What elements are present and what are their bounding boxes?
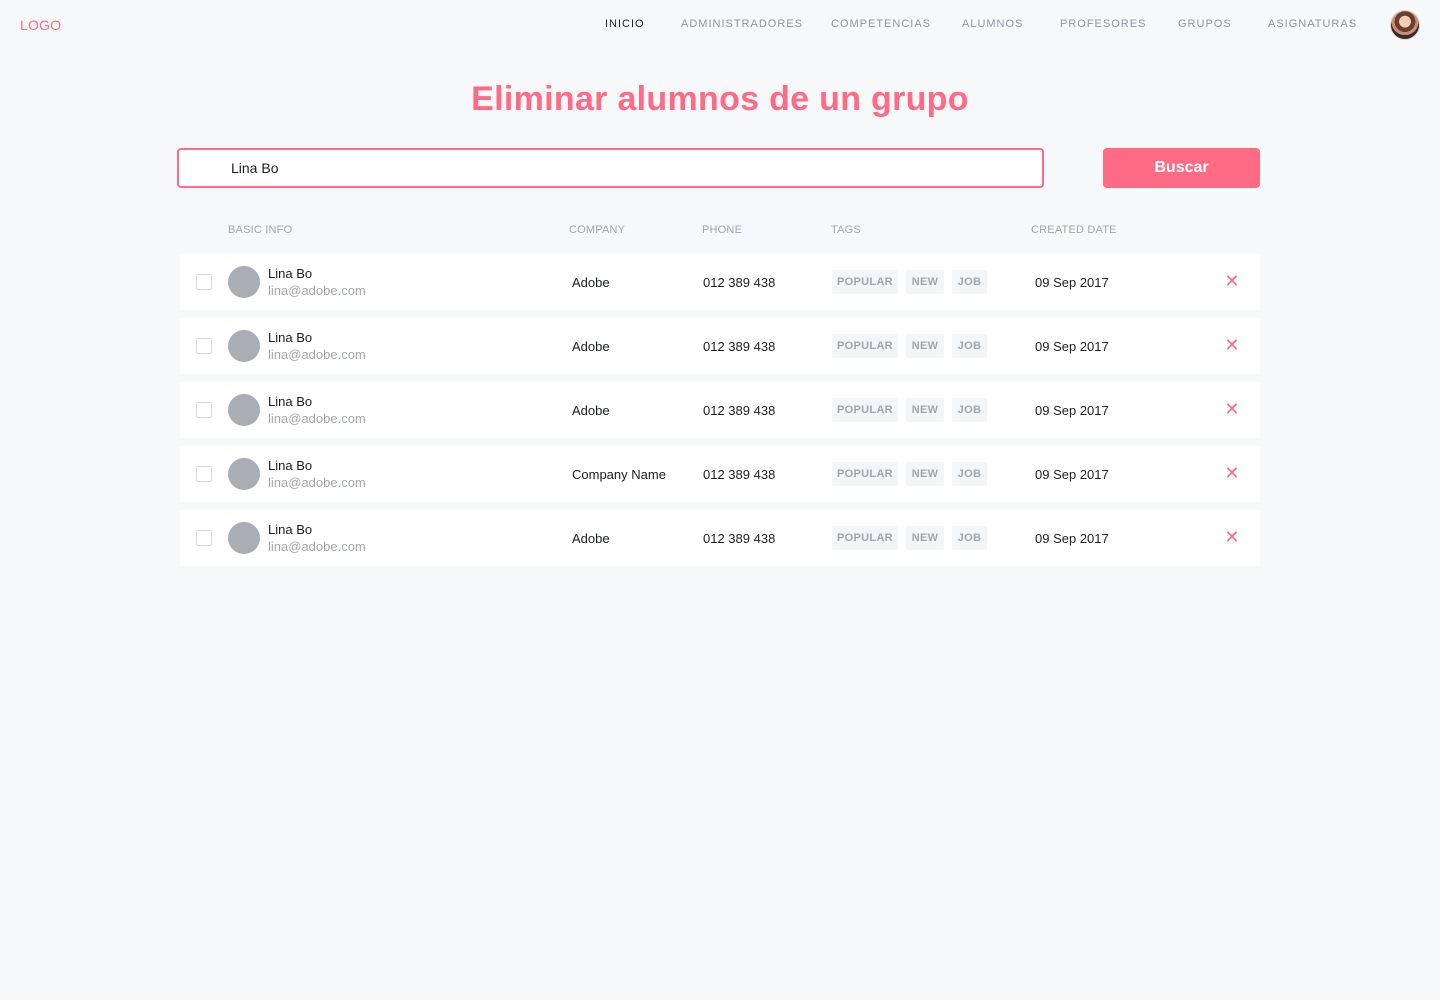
search-input[interactable] [179,150,1042,186]
company: Adobe [572,339,610,354]
row-checkbox[interactable] [196,530,212,546]
tag-job: JOB [952,398,987,422]
student-email: lina@adobe.com [268,475,366,490]
tag-job: JOB [952,526,987,550]
company: Company Name [572,467,666,482]
column-header-tags[interactable]: TAGS [831,224,861,236]
avatar [228,522,260,554]
search-button[interactable]: Buscar [1103,148,1260,188]
nav-item-administradores[interactable]: ADMINISTRADORES [681,18,803,30]
company: Adobe [572,531,610,546]
student-table: Lina Bo lina@adobe.com Adobe 012 389 438… [180,254,1260,574]
phone: 012 389 438 [703,339,776,354]
phone: 012 389 438 [703,403,776,418]
phone: 012 389 438 [703,467,776,482]
phone: 012 389 438 [703,275,776,290]
table-row: Lina Bo lina@adobe.com Adobe 012 389 438… [180,510,1260,566]
main-nav: INICIO ADMINISTRADORES COMPETENCIAS ALUM… [0,18,1440,34]
tag-popular: POPULAR [832,270,898,294]
tag-new: NEW [906,270,944,294]
close-icon[interactable]: ✕ [1224,464,1240,482]
nav-item-grupos[interactable]: GRUPOS [1178,18,1232,30]
close-icon[interactable]: ✕ [1224,336,1240,354]
avatar [228,266,260,298]
close-icon[interactable]: ✕ [1224,528,1240,546]
phone: 012 389 438 [703,531,776,546]
student-email: lina@adobe.com [268,539,366,554]
created-date: 09 Sep 2017 [1035,339,1109,354]
close-icon[interactable]: ✕ [1224,400,1240,418]
student-name: Lina Bo [268,522,313,537]
row-checkbox[interactable] [196,402,212,418]
tag-popular: POPULAR [832,526,898,550]
nav-item-competencias[interactable]: COMPETENCIAS [831,18,931,30]
tag-new: NEW [906,462,944,486]
created-date: 09 Sep 2017 [1035,531,1109,546]
avatar [228,458,260,490]
student-email: lina@adobe.com [268,283,366,298]
table-row: Lina Bo lina@adobe.com Adobe 012 389 438… [180,318,1260,374]
tag-job: JOB [952,462,987,486]
tag-new: NEW [906,398,944,422]
company: Adobe [572,275,610,290]
company: Adobe [572,403,610,418]
column-header-basic-info[interactable]: BASIC INFO [228,224,292,236]
student-name: Lina Bo [268,266,313,281]
tag-popular: POPULAR [832,462,898,486]
column-header-created-date[interactable]: CREATED DATE [1031,224,1117,236]
nav-item-asignaturas[interactable]: ASIGNATURAS [1268,18,1357,30]
page-title: Eliminar alumnos de un grupo [471,80,969,118]
student-email: lina@adobe.com [268,347,366,362]
column-header-company[interactable]: COMPANY [569,224,625,236]
student-email: lina@adobe.com [268,411,366,426]
student-name: Lina Bo [268,458,313,473]
row-checkbox[interactable] [196,338,212,354]
nav-item-inicio[interactable]: INICIO [605,18,645,30]
user-avatar[interactable] [1390,10,1420,40]
tag-job: JOB [952,270,987,294]
student-name: Lina Bo [268,394,313,409]
top-navbar: LOGO INICIO ADMINISTRADORES COMPETENCIAS… [0,0,1440,50]
created-date: 09 Sep 2017 [1035,403,1109,418]
nav-item-alumnos[interactable]: ALUMNOS [962,18,1023,30]
row-checkbox[interactable] [196,274,212,290]
nav-item-profesores[interactable]: PROFESORES [1060,18,1146,30]
created-date: 09 Sep 2017 [1035,467,1109,482]
row-checkbox[interactable] [196,466,212,482]
student-name: Lina Bo [268,330,313,345]
search-field[interactable] [177,148,1044,188]
table-row: Lina Bo lina@adobe.com Adobe 012 389 438… [180,254,1260,310]
tag-popular: POPULAR [832,398,898,422]
avatar [228,330,260,362]
close-icon[interactable]: ✕ [1224,272,1240,290]
table-row: Lina Bo lina@adobe.com Company Name 012 … [180,446,1260,502]
avatar [228,394,260,426]
tag-popular: POPULAR [832,334,898,358]
table-header: BASIC INFO COMPANY PHONE TAGS CREATED DA… [180,224,1260,240]
tag-new: NEW [906,334,944,358]
created-date: 09 Sep 2017 [1035,275,1109,290]
column-header-phone[interactable]: PHONE [702,224,742,236]
tag-new: NEW [906,526,944,550]
table-row: Lina Bo lina@adobe.com Adobe 012 389 438… [180,382,1260,438]
tag-job: JOB [952,334,987,358]
